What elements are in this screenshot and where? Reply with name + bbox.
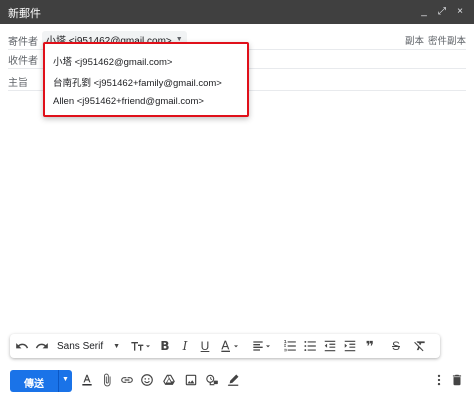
send-button[interactable]: 傳送 ▼ <box>10 370 72 392</box>
italic-icon[interactable]: I <box>178 337 192 355</box>
font-family-value: Sans Serif <box>57 340 104 352</box>
formatting-options-icon[interactable] <box>80 373 94 387</box>
numbered-list-icon[interactable] <box>282 337 298 355</box>
dropdown-item[interactable]: 小塔 <j951462@gmail.com> <box>53 54 172 68</box>
confidential-mode-icon[interactable] <box>205 373 219 387</box>
compose-title: 新郵件 <box>8 8 41 20</box>
font-family-select[interactable]: Sans Serif ▼ <box>57 337 123 355</box>
formatting-toolbar: Sans Serif ▼ B I U ❞ S <box>10 334 440 358</box>
emoji-icon[interactable] <box>140 373 154 387</box>
expand-icon[interactable]: ⤢ <box>436 4 448 18</box>
send-divider <box>58 370 59 392</box>
font-size-icon[interactable] <box>128 337 152 355</box>
attach-file-icon[interactable] <box>100 373 114 387</box>
bullet-list-icon[interactable] <box>302 337 318 355</box>
undo-icon[interactable] <box>14 337 30 355</box>
indent-more-icon[interactable] <box>342 337 358 355</box>
send-label: 傳送 <box>24 379 44 390</box>
redo-icon[interactable] <box>34 337 50 355</box>
insert-photo-icon[interactable] <box>184 373 198 387</box>
google-drive-icon[interactable] <box>162 373 176 387</box>
underline-icon[interactable]: U <box>198 337 212 355</box>
align-icon[interactable] <box>250 337 274 355</box>
bold-icon[interactable]: B <box>158 337 172 355</box>
strikethrough-icon[interactable]: S <box>388 337 404 355</box>
dropdown-item[interactable]: Allen <j951462+friend@gmail.com> <box>53 96 204 107</box>
text-color-icon[interactable] <box>218 337 242 355</box>
chevron-down-icon: ▼ <box>113 342 121 350</box>
signature-pen-icon[interactable] <box>226 373 240 387</box>
close-icon[interactable]: × <box>454 4 466 18</box>
quote-icon[interactable]: ❞ <box>362 337 378 355</box>
from-label: 寄件者 <box>8 37 38 48</box>
cc-link[interactable]: 副本 <box>405 33 424 47</box>
subject-label: 主旨 <box>8 78 28 89</box>
dropdown-item[interactable]: 台南孔劉 <j951462+family@gmail.com> <box>53 75 222 89</box>
more-options-icon[interactable] <box>432 373 446 387</box>
compose-title-bar: 新郵件 _ ⤢ × <box>0 0 474 24</box>
remove-formatting-icon[interactable] <box>412 337 428 355</box>
minimize-icon[interactable]: _ <box>418 4 430 18</box>
insert-link-icon[interactable] <box>120 373 134 387</box>
indent-less-icon[interactable] <box>322 337 338 355</box>
schedule-send-dropdown-icon[interactable]: ▼ <box>62 376 69 383</box>
from-dropdown-menu: 小塔 <j951462@gmail.com> 台南孔劉 <j951462+fam… <box>43 42 249 117</box>
trash-icon[interactable] <box>450 373 464 387</box>
bcc-link[interactable]: 密件副本 <box>428 33 466 47</box>
to-label: 收件者 <box>8 56 38 67</box>
compose-bottom-bar: 傳送 ▼ <box>0 368 474 396</box>
